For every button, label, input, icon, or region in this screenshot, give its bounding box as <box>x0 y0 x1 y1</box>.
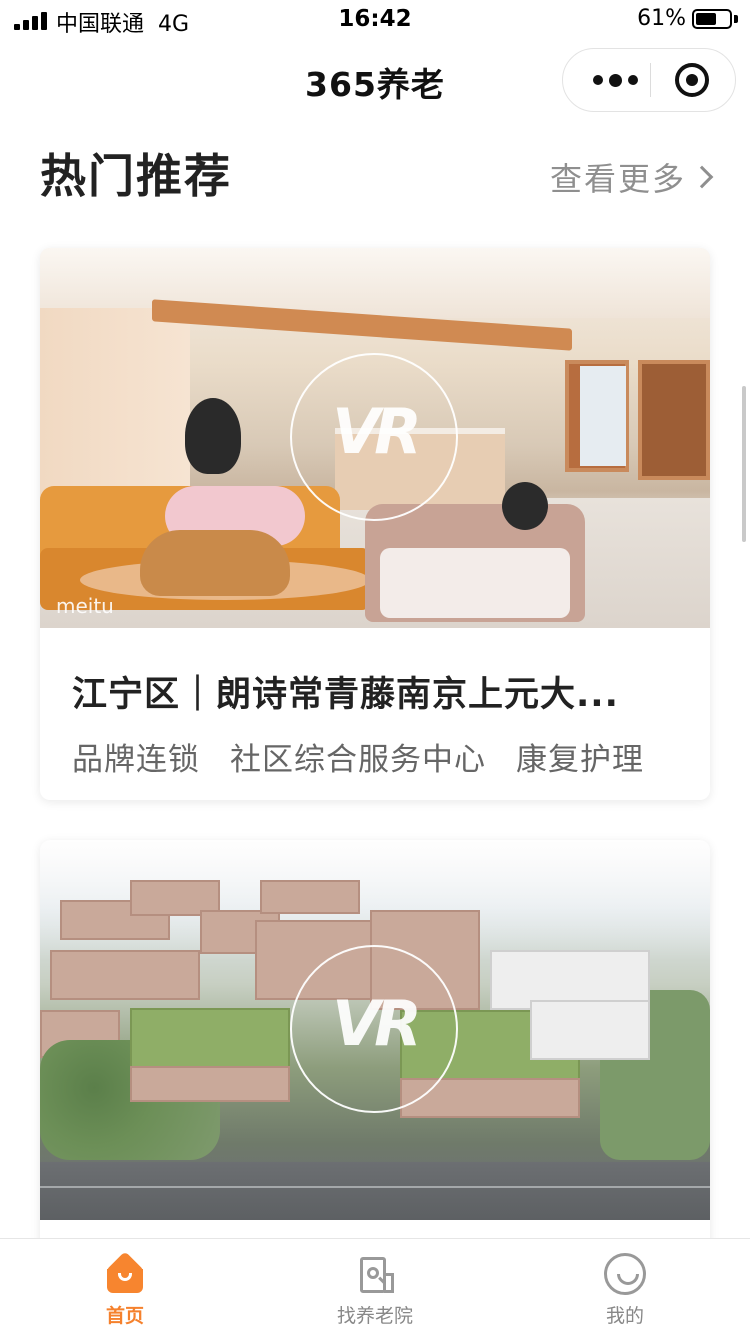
bottom-tab-bar: 首页 找养老院 我的 <box>0 1238 750 1334</box>
home-icon <box>105 1251 145 1293</box>
mini-program-capsule <box>562 48 736 112</box>
section-title: 热门推荐 <box>40 149 232 203</box>
tag-list: 品牌连锁 社区综合服务中心 康复护理 <box>72 734 644 779</box>
target-close-icon[interactable] <box>675 63 709 97</box>
facility-photo[interactable]: VR <box>40 840 710 1220</box>
vr-label: VR <box>332 987 422 1060</box>
battery-icon <box>692 9 732 29</box>
tag: 康复护理 <box>516 742 644 778</box>
smile-face-icon <box>604 1253 646 1295</box>
scrollbar[interactable] <box>742 386 746 542</box>
see-more-link[interactable]: 查看更多 <box>549 154 714 200</box>
facility-photo[interactable]: meitu VR <box>40 248 710 628</box>
tab-find-label: 找养老院 <box>336 1305 413 1327</box>
facility-card[interactable]: VR <box>40 840 710 1260</box>
vr-badge-icon[interactable]: VR <box>290 945 458 1113</box>
watermark: meitu <box>56 594 114 618</box>
tag: 社区综合服务中心 <box>230 742 486 778</box>
chevron-right-icon <box>690 165 714 189</box>
status-bar: 中国联通 4G 16:42 61% <box>0 0 750 40</box>
vr-label: VR <box>332 395 422 468</box>
tab-home-label: 首页 <box>105 1305 144 1327</box>
facility-card[interactable]: meitu VR 江宁区｜朗诗常青藤南京上元大... 品牌连锁 社区综合服务中心… <box>40 248 710 800</box>
tag: 品牌连锁 <box>72 742 200 778</box>
tab-find-nursing-home[interactable]: 找养老院 <box>250 1239 500 1334</box>
building-search-icon <box>356 1257 394 1293</box>
tab-mine-label: 我的 <box>605 1305 644 1327</box>
facility-title: 江宁区｜朗诗常青藤南京上元大... <box>72 675 619 715</box>
battery-level <box>696 13 716 25</box>
see-more-label: 查看更多 <box>549 160 686 198</box>
card-body: 江宁区｜朗诗常青藤南京上元大... 品牌连锁 社区综合服务中心 康复护理 <box>40 628 710 800</box>
tab-home[interactable]: 首页 <box>0 1239 250 1334</box>
battery-percent: 61% <box>637 6 686 31</box>
tab-mine[interactable]: 我的 <box>500 1239 750 1334</box>
more-dots-icon[interactable] <box>585 49 645 111</box>
capsule-divider <box>650 63 651 97</box>
battery-tip <box>734 15 738 23</box>
vr-badge-icon[interactable]: VR <box>290 353 458 521</box>
